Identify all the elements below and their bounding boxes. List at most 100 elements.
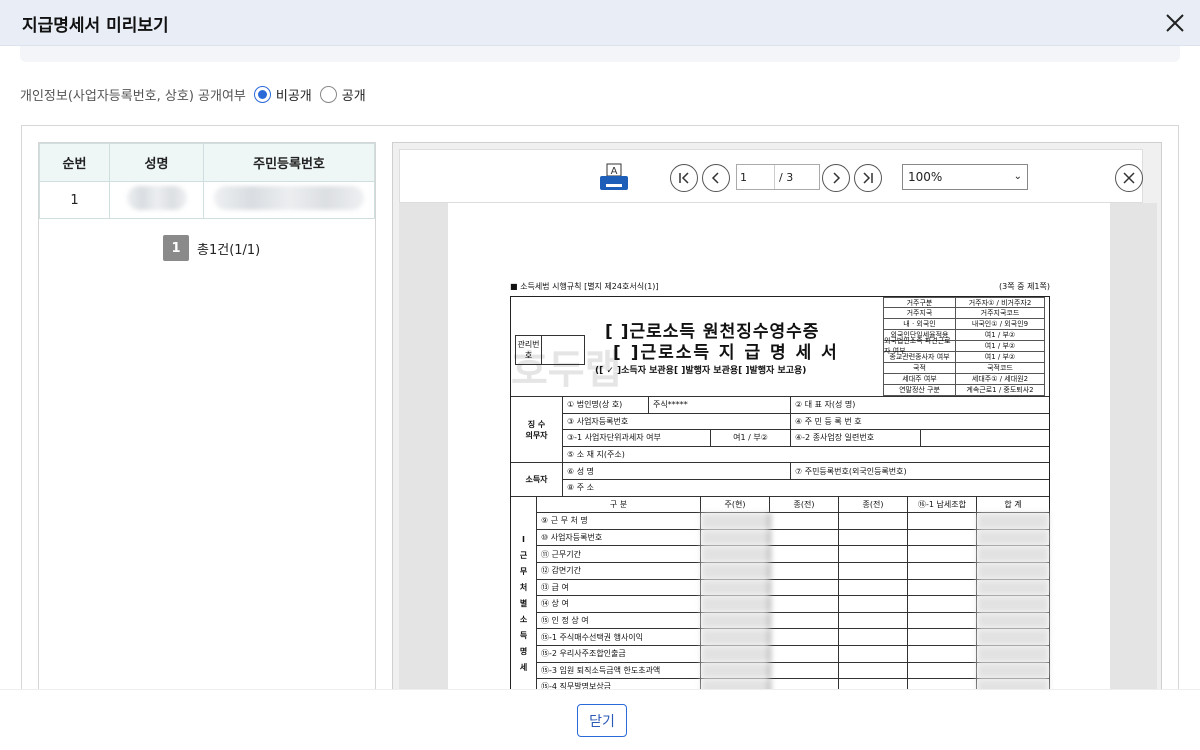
form-copy-type: ([ ✓ ]소득자 보관용[ ]발행자 보관용[ ]발행자 보고용) xyxy=(595,366,807,376)
prev-page-icon xyxy=(711,172,719,184)
close-icon[interactable] xyxy=(1164,12,1186,34)
management-number-label: 관리번호 xyxy=(516,336,542,364)
business-number-label: ③ 사업자등록번호 xyxy=(563,413,791,430)
income-cell xyxy=(770,662,839,679)
address-label: ⑤ 소 재 지(주소) xyxy=(567,450,625,460)
residency-info-label: 내 · 외국인 xyxy=(884,319,956,329)
last-page-button[interactable] xyxy=(854,164,882,192)
masked-value xyxy=(977,662,1049,679)
income-cell xyxy=(908,529,977,546)
income-row: ⑭ 상 여 xyxy=(537,596,1049,613)
sub-workplace-label: ④-2 종사업장 일련번호 xyxy=(791,430,921,446)
residency-info-value: 계속근로1 / 중도퇴사2 xyxy=(966,386,1034,394)
rrn-label: ④ 주 민 등 록 번 호 xyxy=(795,416,862,426)
masked-value xyxy=(701,662,770,679)
masked-value xyxy=(701,612,770,629)
withholding-receipt-form: ■ 소득세법 시행규칙 [별지 제24호서식(1)] (3쪽 중 제1쪽) 호두… xyxy=(510,281,1050,703)
column-header-no: 순번 xyxy=(39,143,110,182)
zoom-value: 100% xyxy=(908,170,943,184)
income-column-header: 합 계 xyxy=(1004,499,1022,509)
print-icon[interactable]: A xyxy=(598,162,630,194)
svg-text:A: A xyxy=(611,166,618,177)
prev-page-button[interactable] xyxy=(702,164,730,192)
residency-info-value: 거주자① / 비거주자2 xyxy=(968,298,1032,307)
management-number-box: 관리번호 xyxy=(515,335,585,365)
form-title-2: [ ]근로소득 지 급 명 세 서 xyxy=(613,343,839,363)
income-cell xyxy=(908,546,977,562)
private-radio[interactable]: 비공개 xyxy=(253,85,312,104)
income-row: ⑬ 급 여 xyxy=(537,579,1049,597)
residency-info-box: 거주구분 거주자① / 비거주자2 거주지국 거주지국코드 내 · 외국인 내국인① / … xyxy=(883,297,1045,396)
earner-section: 소득자 ⑥ 성 명 ⑦ 주민등록번호(외국인등록번호) ⑧ 주 소 xyxy=(511,463,1049,497)
income-row-label: ⑫ 감면기간 xyxy=(537,562,701,579)
masked-value xyxy=(977,529,1049,546)
section-label-char: 세 xyxy=(519,662,528,672)
table-row[interactable]: 1 xyxy=(39,181,375,219)
income-row: ⑮-2 우리사주조합인출금 xyxy=(537,645,1049,663)
income-row-label: ⑬ 급 여 xyxy=(537,579,701,596)
residency-info-label: 외국법인소속 파견근로자 여부 xyxy=(884,337,956,355)
column-header-rrn: 주민등록번호 xyxy=(203,143,375,182)
income-row-label: ⑮ 인 정 상 여 xyxy=(537,612,701,629)
masked-value xyxy=(701,579,770,596)
income-cell xyxy=(770,529,839,546)
payer-section: 징 수 의무자 ① 법인명(상 호) 주식***** ② 대 표 자(성 명) ③… xyxy=(511,397,1049,464)
representative-label: ② 대 표 자(성 명) xyxy=(795,400,856,410)
masked-value xyxy=(701,596,770,612)
page-number-button[interactable]: 1 xyxy=(163,235,189,261)
income-table-header: 구 분 주(현) 종(전) 종(전) ⑯-1 납세조합 합 계 xyxy=(537,496,1049,514)
income-cell xyxy=(839,562,908,579)
income-row-label: ⑩ 사업자등록번호 xyxy=(537,529,701,546)
close-viewer-button[interactable] xyxy=(1115,164,1143,192)
income-by-workplace-section: I근무처별소득명세 구 분 주(현) 종(전) 종(전) ⑯-1 납세조합 합 계⑨ 근 … xyxy=(511,496,1049,703)
public-radio[interactable]: 공개 xyxy=(319,85,366,104)
masked-value xyxy=(701,562,770,579)
masked-value xyxy=(977,562,1049,579)
first-page-icon xyxy=(679,172,689,184)
income-cell xyxy=(839,645,908,662)
next-page-icon xyxy=(833,172,841,184)
chevron-down-icon: ⌄ xyxy=(1013,171,1022,182)
income-cell xyxy=(839,513,908,529)
corp-name-label: ① 법인명(상 호) xyxy=(563,397,649,413)
income-cell xyxy=(770,645,839,662)
sub-workplace-value xyxy=(921,430,1049,446)
column-header-name: 성명 xyxy=(109,143,204,182)
section-label: I근무처별소득명세 xyxy=(511,496,537,703)
income-cell xyxy=(908,579,977,596)
radio-unchecked-icon xyxy=(319,85,337,103)
current-page[interactable]: 1 xyxy=(737,165,775,189)
section-label-char: 별 xyxy=(519,598,528,608)
section-label-char: 무 xyxy=(519,566,528,576)
income-cell xyxy=(839,662,908,679)
income-row: ⑮-3 임원 퇴직소득금액 한도초과액 xyxy=(537,662,1049,680)
income-cell xyxy=(908,612,977,629)
income-cell xyxy=(770,579,839,596)
residency-info-value: 여1 / 부② xyxy=(984,353,1016,361)
section-label-char: I xyxy=(522,534,525,544)
income-row: ⑩ 사업자등록번호 xyxy=(537,529,1049,547)
page-input[interactable]: 1 / 3 xyxy=(736,164,820,190)
masked-value xyxy=(701,546,770,562)
next-page-button[interactable] xyxy=(822,164,850,192)
page-summary: 총1건(1/1) xyxy=(197,242,261,258)
public-radio-label: 공개 xyxy=(341,88,366,104)
privacy-option-row: 개인정보(사업자등록번호, 상호) 공개여부 비공개 공개 xyxy=(20,84,366,104)
income-cell xyxy=(908,562,977,579)
income-row: ⑮-1 주식매수선택권 행사이익 xyxy=(537,629,1049,646)
residency-info-row: 국적 국적코드 xyxy=(883,363,1045,374)
masked-value xyxy=(977,596,1049,612)
first-page-button[interactable] xyxy=(670,164,698,192)
page-area[interactable]: ■ 소득세법 시행규칙 [별지 제24호서식(1)] (3쪽 중 제1쪽) 호두… xyxy=(399,203,1157,703)
zoom-select[interactable]: 100% ⌄ xyxy=(902,164,1028,190)
income-cell xyxy=(908,596,977,612)
close-button[interactable]: 닫기 xyxy=(577,704,627,737)
viewer-toolbar: A 1 / 3 100% ⌄ xyxy=(399,149,1143,203)
income-row-label: ⑨ 근 무 처 명 xyxy=(537,513,701,529)
recipient-list-panel: 순번 성명 주민등록번호 1 1 총1건(1/1) xyxy=(38,142,376,702)
residency-info-row: 외국법인소속 파견근로자 여부 여1 / 부② xyxy=(883,337,1045,355)
section-label-char: 명 xyxy=(519,646,528,656)
income-cell xyxy=(770,546,839,562)
residency-info-row: 거주지국 거주지국코드 xyxy=(883,308,1045,319)
income-row: ⑪ 근무기간 xyxy=(537,546,1049,563)
